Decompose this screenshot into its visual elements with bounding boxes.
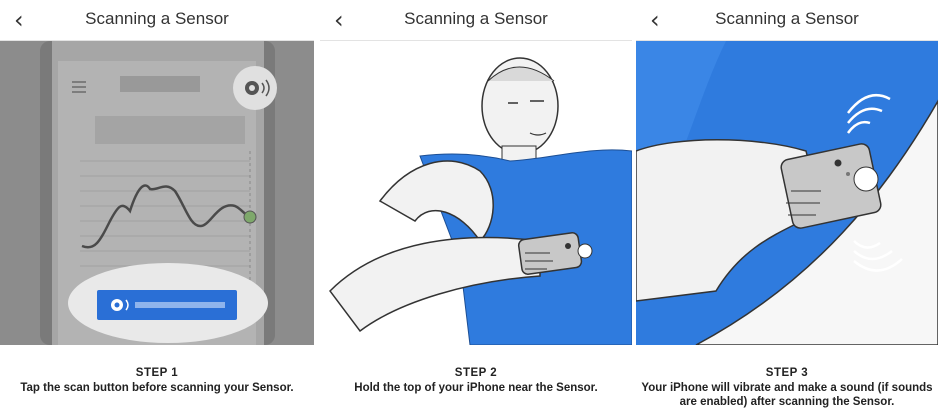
step-description: Your iPhone will vibrate and make a soun… [641,382,933,408]
step-caption: STEP 3 Your iPhone will vibrate and make… [636,350,938,411]
step-description: Tap the scan button before scanning your… [20,382,294,394]
illustration-vibrate-sound [636,41,938,345]
step-label: STEP 2 [454,367,498,379]
page-title: Scanning a Sensor [404,9,548,28]
illustration-tap-scan-button [0,41,314,345]
step-caption: STEP 1 Tap the scan button before scanni… [0,350,314,411]
screen-step-2: ‹ Scanning a Sensor STEP 2 Hold the top … [320,0,632,411]
page-title: Scanning a Sensor [715,9,859,28]
step-label: STEP 1 [135,367,179,379]
page-title: Scanning a Sensor [85,9,229,28]
screen-step-1: ‹ Scanning a Sensor STEP 1 Tap the scan … [0,0,314,411]
step-caption: STEP 2 Hold the top of your iPhone near … [320,350,632,411]
illustration-hold-phone [320,41,632,345]
screen-step-3: ‹ Scanning a Sensor STEP 3 Your iPhone w… [636,0,938,411]
step-description: Hold the top of your iPhone near the Sen… [354,382,598,394]
nav-header: ‹ Scanning a Sensor [0,0,314,41]
nav-header: ‹ Scanning a Sensor [636,0,938,41]
nav-header: ‹ Scanning a Sensor [320,0,632,41]
step-label: STEP 3 [765,367,809,379]
